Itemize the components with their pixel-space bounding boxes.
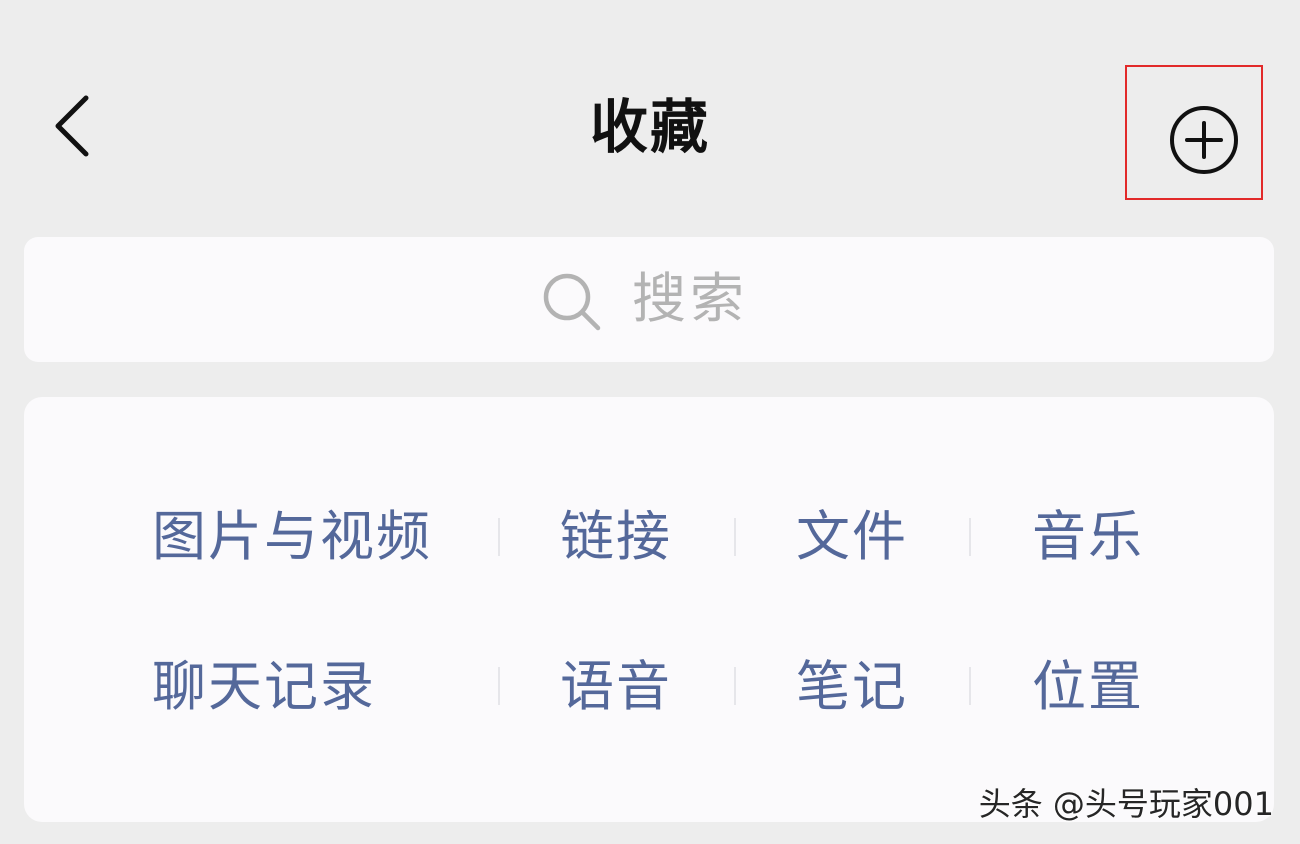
search-icon: [540, 270, 604, 334]
search-placeholder: 搜索: [632, 267, 748, 330]
divider: [498, 518, 500, 556]
category-notes[interactable]: 笔记: [796, 654, 908, 720]
back-button[interactable]: [40, 90, 110, 162]
category-panel: [24, 397, 1274, 822]
divider: [734, 518, 736, 556]
divider: [969, 518, 971, 556]
divider: [734, 667, 736, 705]
navigation-bar: 收藏: [0, 0, 1300, 220]
category-voice[interactable]: 语音: [560, 654, 672, 720]
category-location[interactable]: 位置: [1032, 654, 1144, 720]
page-title: 收藏: [589, 93, 710, 161]
chevron-left-icon: [40, 90, 110, 162]
add-favorite-button[interactable]: [1125, 65, 1263, 200]
divider: [969, 667, 971, 705]
category-chat-history[interactable]: 聊天记录: [152, 654, 376, 720]
watermark: 头条 @头号玩家001: [978, 785, 1274, 823]
category-files[interactable]: 文件: [796, 504, 908, 570]
category-music[interactable]: 音乐: [1032, 504, 1144, 570]
divider: [498, 667, 500, 705]
category-photos-videos[interactable]: 图片与视频: [152, 504, 432, 570]
category-links[interactable]: 链接: [560, 504, 672, 570]
